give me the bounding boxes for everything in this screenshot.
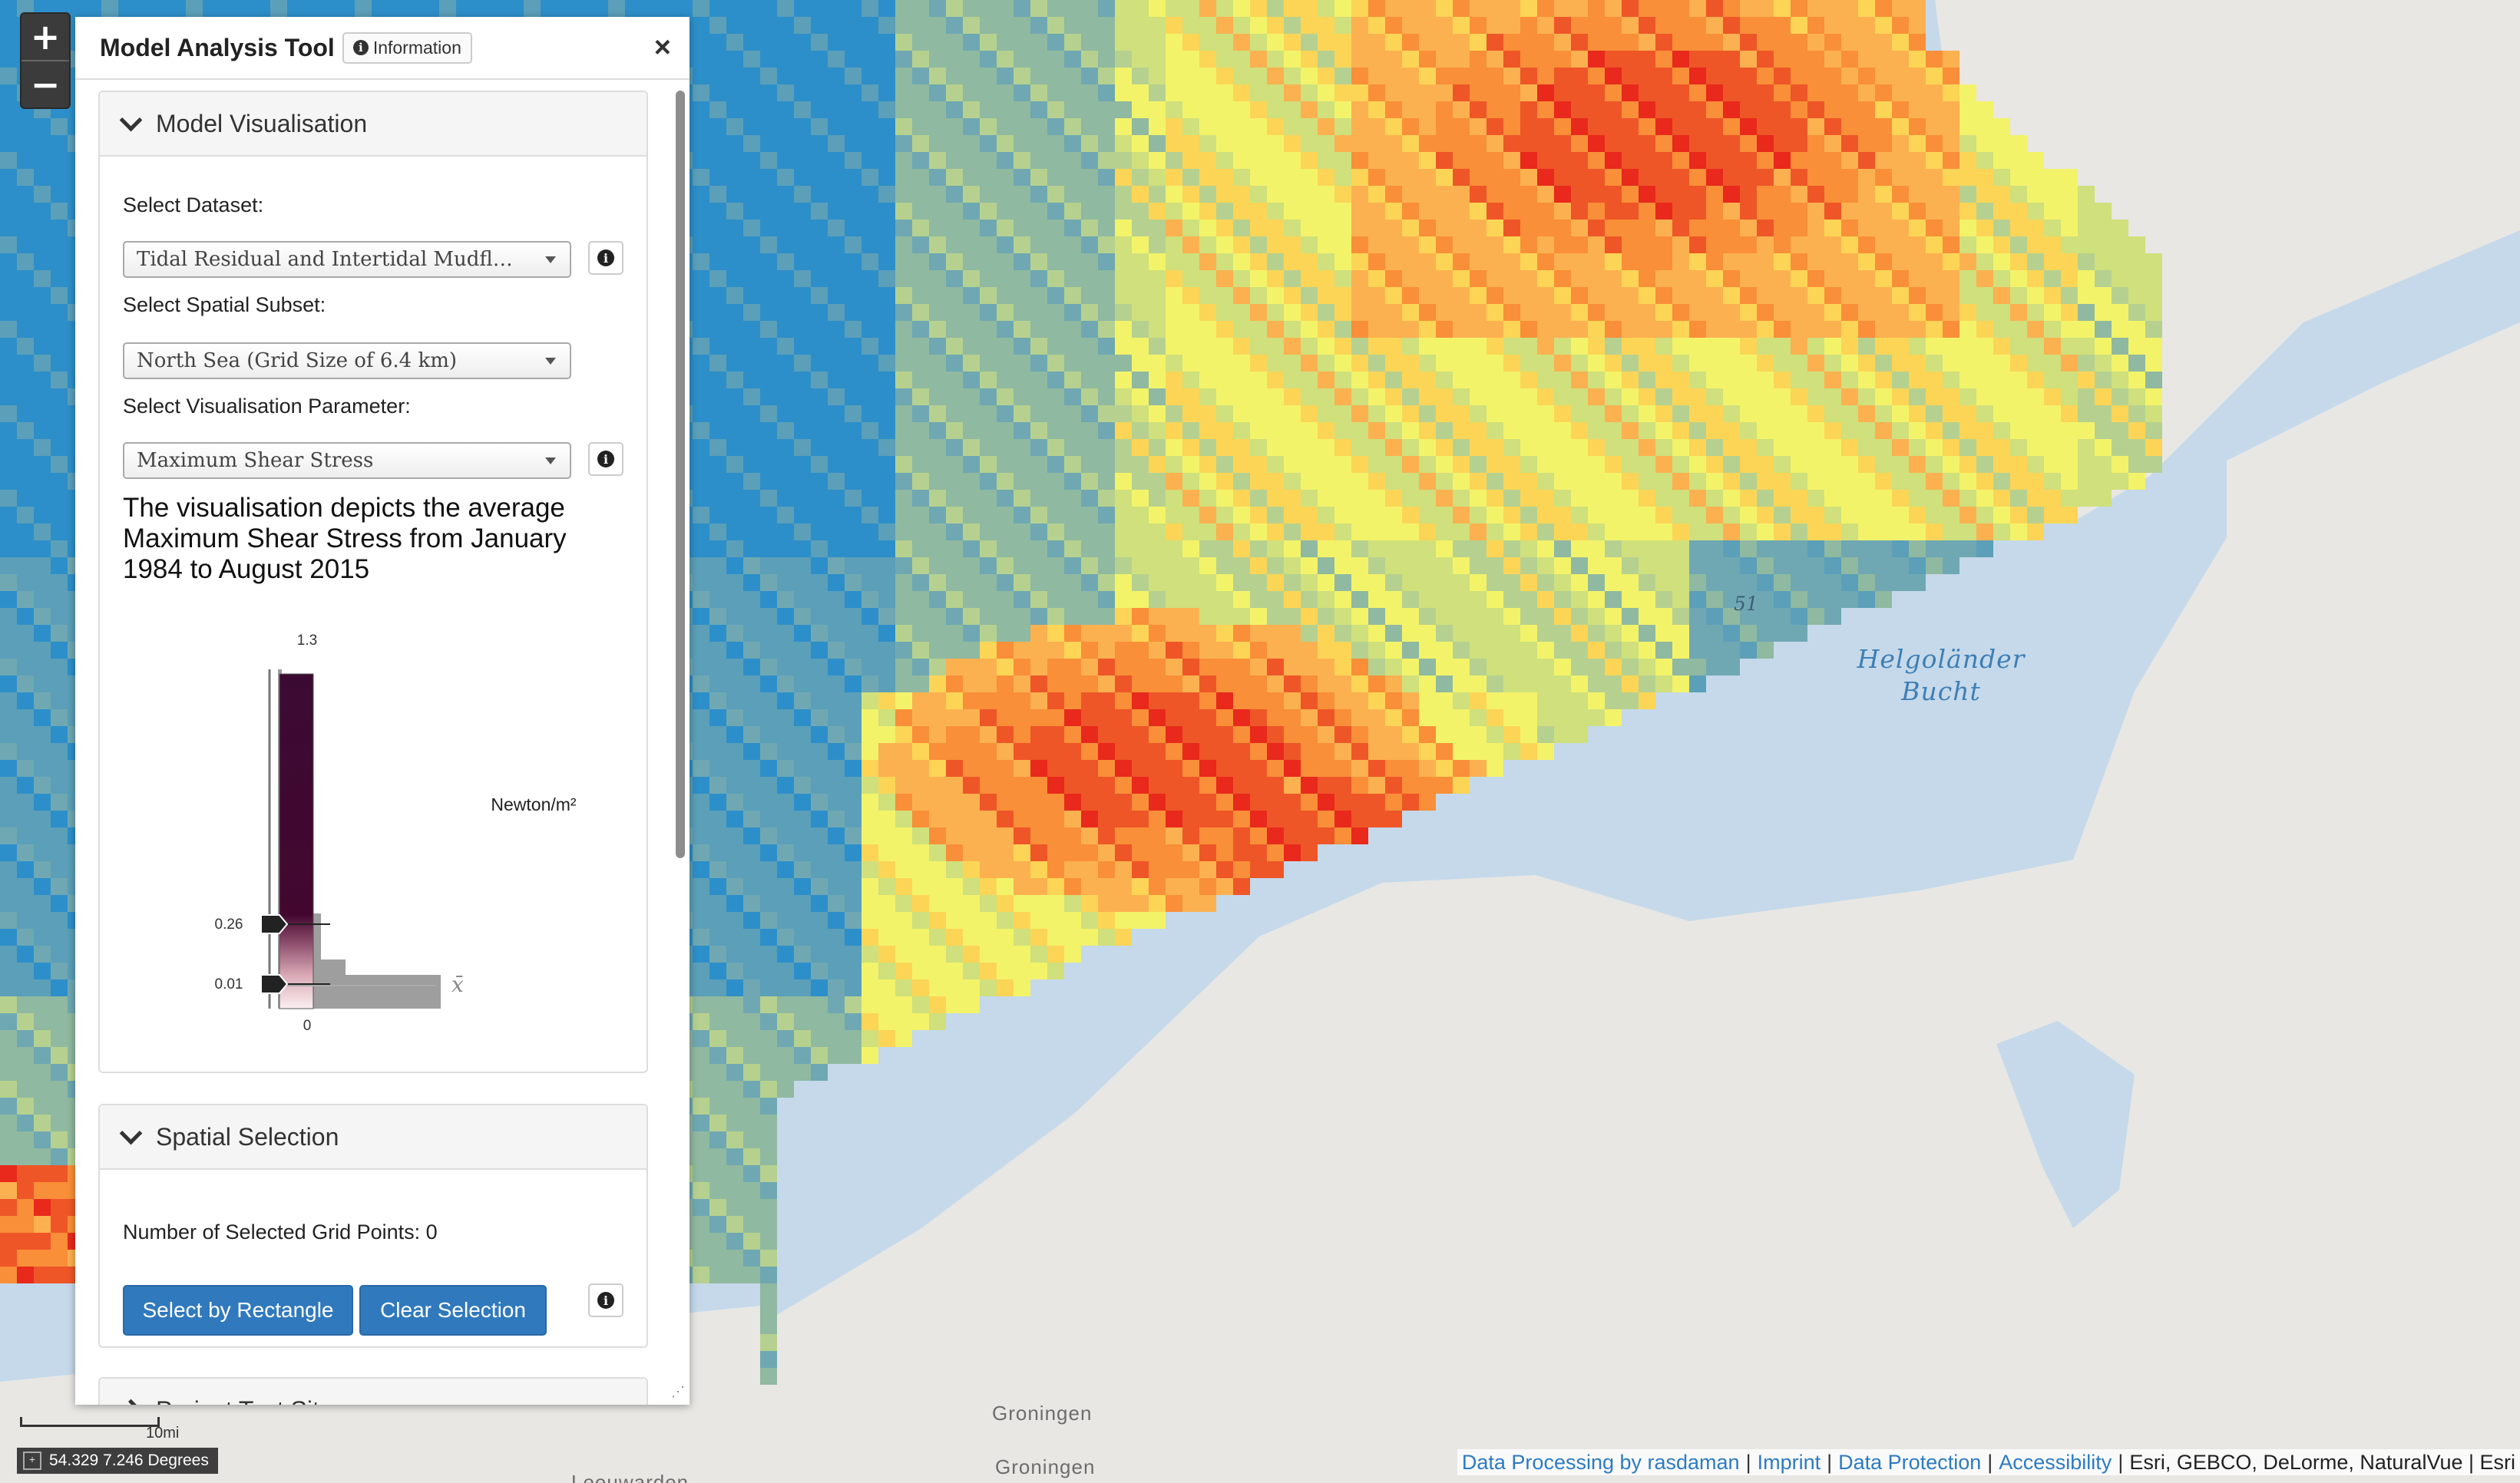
selected-points-count: Number of Selected Grid Points: 0 — [123, 1220, 438, 1244]
coordinate-readout: + 54.329 7.246 Degrees — [17, 1448, 218, 1474]
information-label: Information — [372, 37, 461, 58]
legend-colorbar — [279, 673, 314, 1009]
attribution-link-accessibility[interactable]: Accessibility — [1999, 1451, 2112, 1475]
parameter-value: Maximum Shear Stress — [137, 449, 374, 472]
city-label-groningen-2: Groningen — [995, 1455, 1096, 1478]
spatial-subset-value: North Sea (Grid Size of 6.4 km) — [137, 349, 458, 372]
legend-unit-label: Newton/m² — [491, 794, 577, 814]
separator: | — [1745, 1450, 1751, 1474]
model-visualisation-header[interactable]: Model Visualisation — [100, 92, 647, 157]
visualisation-description: The visualisation depicts the average Ma… — [123, 493, 567, 584]
close-icon[interactable]: × — [654, 33, 671, 62]
attribution-link-imprint[interactable]: Imprint — [1758, 1451, 1821, 1475]
scale-bar — [20, 1417, 160, 1427]
crosshair-icon[interactable]: + — [23, 1452, 41, 1470]
panel-scrollbar[interactable] — [676, 91, 685, 858]
dataset-select[interactable]: Tidal Residual and Intertidal Mudflat (T… — [123, 241, 571, 278]
upper-handle-label: 0.26 — [215, 917, 243, 933]
lower-handle-label: 0.01 — [215, 976, 243, 993]
model-visualisation-title: Model Visualisation — [156, 109, 368, 137]
spatial-subset-select[interactable]: North Sea (Grid Size of 6.4 km) — [123, 342, 571, 379]
zoom-out-button[interactable]: − — [21, 60, 69, 107]
model-visualisation-section: Model Visualisation Select Dataset: Tida… — [98, 91, 648, 1073]
separator: | — [1987, 1450, 1993, 1474]
panel-header: Model Analysis Tool i Information × — [75, 17, 690, 80]
attribution-link-data-protection[interactable]: Data Protection — [1838, 1451, 1981, 1475]
project-test-sites-section: Project Test Sites — [98, 1377, 648, 1405]
info-icon: i — [597, 1292, 614, 1309]
parameter-select[interactable]: Maximum Shear Stress — [123, 442, 571, 479]
scale-label: 10mi — [146, 1425, 180, 1442]
dropdown-caret-icon — [545, 358, 556, 365]
city-label-leeuwarden: Leeuwarden — [571, 1471, 690, 1483]
coordinate-value: 54.329 7.246 Degrees — [49, 1452, 209, 1469]
project-test-sites-header[interactable]: Project Test Sites — [100, 1379, 647, 1405]
separator: | — [2118, 1450, 2124, 1474]
spatial-selection-section: Spatial Selection Number of Selected Gri… — [98, 1104, 648, 1348]
legend-max-label: 1.3 — [297, 633, 317, 649]
clear-selection-button[interactable]: Clear Selection — [359, 1285, 547, 1336]
dataset-info-button[interactable]: i — [588, 241, 623, 275]
city-label-groningen-1: Groningen — [992, 1402, 1093, 1425]
chevron-right-icon — [119, 1399, 143, 1405]
sea-label: Helgoländer Bucht — [1834, 643, 2049, 708]
spatial-selection-header[interactable]: Spatial Selection — [100, 1105, 647, 1170]
information-button[interactable]: i Information — [342, 31, 472, 64]
parameter-label: Select Visualisation Parameter: — [123, 395, 411, 418]
spatial-selection-title: Spatial Selection — [156, 1122, 339, 1151]
project-test-sites-title: Project Test Sites — [156, 1396, 346, 1405]
dataset-label: Select Dataset: — [123, 193, 264, 216]
dataset-value: Tidal Residual and Intertidal Mudflat (T… — [137, 248, 521, 271]
panel-title: Model Analysis Tool — [100, 33, 335, 61]
zoom-control: + − — [20, 12, 71, 109]
map-attribution: Data Processing by rasdaman | Imprint | … — [1457, 1449, 2520, 1475]
attribution-credits: Esri, GEBCO, DeLorme, NaturalVue | Esri — [2129, 1450, 2515, 1474]
dropdown-caret-icon — [545, 457, 556, 464]
select-by-rectangle-button[interactable]: Select by Rectangle — [123, 1285, 353, 1336]
separator: | — [1827, 1450, 1833, 1474]
dropdown-caret-icon — [545, 256, 556, 263]
mean-symbol: x̄ — [451, 972, 464, 997]
spatial-subset-label: Select Spatial Subset: — [123, 293, 326, 316]
chevron-down-icon — [119, 1121, 143, 1144]
attribution-link-rasdaman[interactable]: Data Processing by rasdaman — [1462, 1451, 1740, 1475]
chevron-down-icon — [119, 108, 143, 131]
sea-label-line1: Helgoländer — [1857, 644, 2026, 674]
parameter-info-button[interactable]: i — [588, 442, 623, 476]
info-icon: i — [597, 451, 614, 467]
sea-label-line2: Bucht — [1901, 676, 1981, 706]
depth-label: 51 — [1734, 593, 1758, 615]
model-analysis-panel: Model Analysis Tool i Information × Mode… — [75, 17, 690, 1405]
histogram-bar — [346, 975, 441, 1009]
legend-min-label: 0 — [303, 1018, 312, 1034]
zoom-in-button[interactable]: + — [21, 14, 69, 60]
spatial-info-button[interactable]: i — [588, 1283, 623, 1317]
info-icon: i — [352, 40, 369, 55]
info-icon: i — [597, 249, 614, 266]
legend-histogram: 1.3 0 Newton/m² x̄ 0.26 0.01 — [215, 633, 577, 1034]
resize-grip-icon[interactable]: ⋰ — [671, 1384, 685, 1400]
